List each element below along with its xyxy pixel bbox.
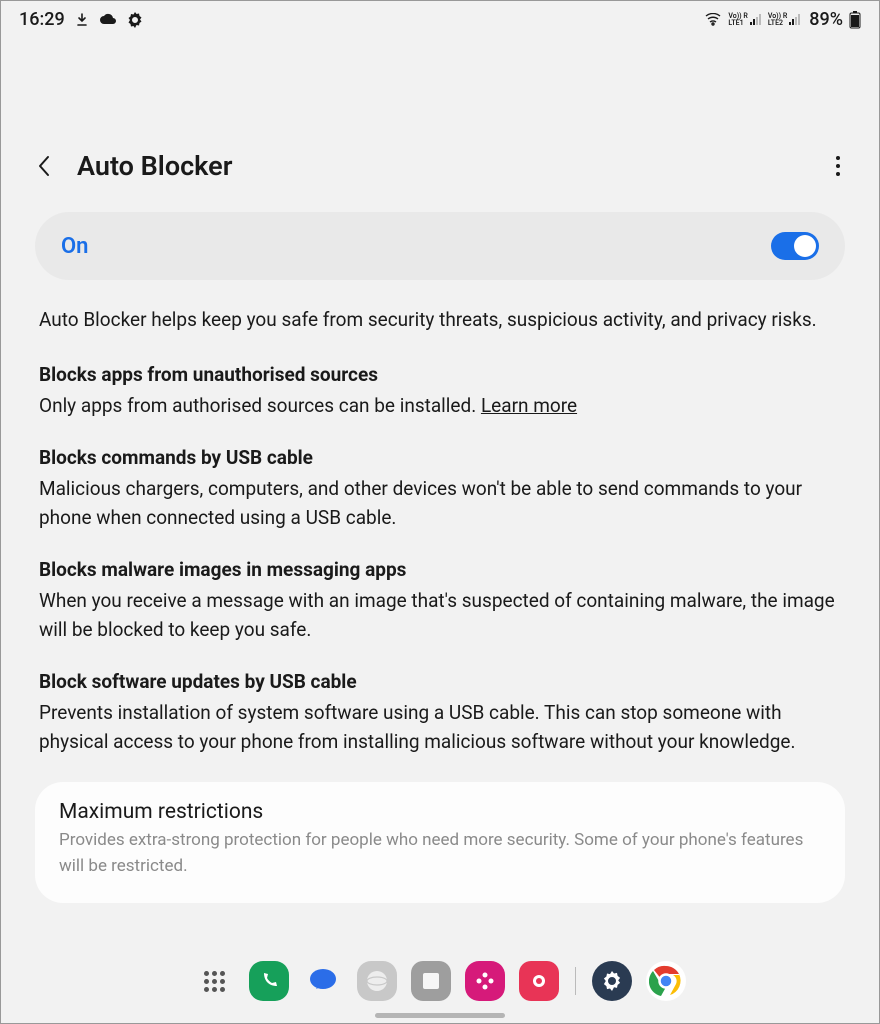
cloud-icon bbox=[99, 13, 117, 27]
battery-icon bbox=[849, 11, 861, 29]
section-title: Block software updates by USB cable bbox=[39, 670, 841, 693]
learn-more-link[interactable]: Learn more bbox=[481, 394, 577, 417]
section-text: Prevents installation of system software… bbox=[39, 699, 841, 756]
section-title: Blocks malware images in messaging apps bbox=[39, 558, 841, 581]
feature-description: Auto Blocker helps keep you safe from se… bbox=[35, 306, 845, 335]
app-drawer-button[interactable] bbox=[195, 961, 235, 1001]
master-toggle-card: On bbox=[35, 212, 845, 280]
sim2-indicator: Vo)) R LTE2 bbox=[768, 13, 801, 27]
page-header: Auto Blocker bbox=[1, 150, 879, 182]
more-options-button[interactable] bbox=[825, 153, 851, 179]
toggle-label: On bbox=[61, 234, 88, 259]
section-unauthorised-sources: Blocks apps from unauthorised sources On… bbox=[35, 363, 845, 421]
section-text: Only apps from authorised sources can be… bbox=[39, 392, 841, 421]
battery-percent: 89% bbox=[809, 9, 843, 30]
master-toggle[interactable] bbox=[771, 232, 819, 260]
maximum-restrictions-item[interactable]: Maximum restrictions Provides extra-stro… bbox=[35, 782, 845, 903]
navigation-dock bbox=[1, 961, 879, 1001]
messages-app-icon[interactable] bbox=[303, 961, 343, 1001]
section-malware-images: Blocks malware images in messaging apps … bbox=[35, 558, 845, 644]
max-title: Maximum restrictions bbox=[59, 800, 821, 824]
wifi-icon bbox=[704, 13, 722, 27]
page-title: Auto Blocker bbox=[77, 150, 805, 182]
chrome-app-icon[interactable] bbox=[646, 961, 686, 1001]
notes-app-icon[interactable] bbox=[411, 961, 451, 1001]
section-title: Blocks apps from unauthorised sources bbox=[39, 363, 841, 386]
gear-icon bbox=[127, 12, 143, 28]
gallery-app-icon[interactable] bbox=[465, 961, 505, 1001]
back-button[interactable] bbox=[31, 153, 57, 179]
sim1-indicator: Vo)) R LTE1 bbox=[728, 13, 761, 27]
phone-app-icon[interactable] bbox=[249, 961, 289, 1001]
section-usb-updates: Block software updates by USB cable Prev… bbox=[35, 670, 845, 756]
content-area: On Auto Blocker helps keep you safe from… bbox=[1, 212, 879, 903]
internet-app-icon[interactable] bbox=[357, 961, 397, 1001]
download-icon bbox=[75, 13, 89, 27]
gesture-bar[interactable] bbox=[375, 1013, 505, 1018]
section-title: Blocks commands by USB cable bbox=[39, 446, 841, 469]
status-bar: 16:29 Vo)) R LTE1 Vo)) R LTE2 89% bbox=[1, 1, 879, 36]
section-text: When you receive a message with an image… bbox=[39, 587, 841, 644]
max-text: Provides extra-strong protection for peo… bbox=[59, 828, 821, 879]
status-time: 16:29 bbox=[19, 9, 65, 30]
dock-divider bbox=[575, 967, 576, 995]
camera-app-icon[interactable] bbox=[519, 961, 559, 1001]
section-text: Malicious chargers, computers, and other… bbox=[39, 475, 841, 532]
section-usb-commands: Blocks commands by USB cable Malicious c… bbox=[35, 446, 845, 532]
settings-app-icon[interactable] bbox=[592, 961, 632, 1001]
